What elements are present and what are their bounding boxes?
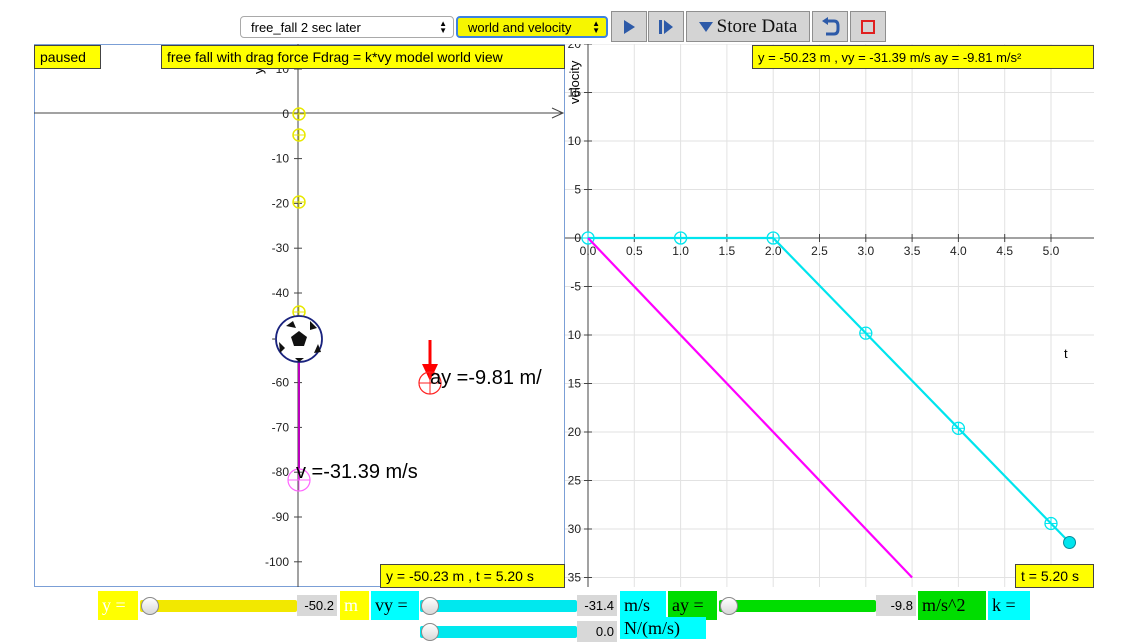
x-tick-label: 3.5 xyxy=(904,244,921,258)
y-tick-label: 20 xyxy=(568,425,582,439)
world-tick-label: -30 xyxy=(272,241,290,255)
vy-slider-thumb[interactable] xyxy=(421,597,439,615)
status-badge: paused xyxy=(34,45,101,69)
x-tick-label: 5.0 xyxy=(1043,244,1060,258)
data-point-marker xyxy=(673,231,688,245)
x-tick-label: 4.0 xyxy=(950,244,967,258)
graph-ylabel: velocity xyxy=(567,60,582,104)
vy-unit: m/s xyxy=(620,591,666,620)
view-select[interactable]: world and velocity ▲ ▼ xyxy=(456,16,608,38)
y-tick-label: 30 xyxy=(568,522,582,536)
y-tick-label: -5 xyxy=(570,280,581,294)
x-tick-label: 1.5 xyxy=(719,244,736,258)
data-point-marker xyxy=(1044,516,1058,531)
graph-readout: y = -50.23 m , vy = -31.39 m/s ay = -9.8… xyxy=(752,45,1094,69)
k-unit: N/(m/s) xyxy=(620,617,706,639)
play-icon xyxy=(624,19,635,34)
store-data-label: Store Data xyxy=(716,15,798,37)
data-point-marker xyxy=(766,231,780,245)
world-view: y 100-10-20-30-40-50-60-70-80-90-100 v =… xyxy=(34,44,565,587)
graph-time-readout: t = 5.20 s xyxy=(1015,564,1094,588)
y-tick-label: 20 xyxy=(568,44,582,51)
world-tick-label: -10 xyxy=(272,152,290,166)
x-tick-label: 4.5 xyxy=(996,244,1013,258)
y-value[interactable]: -50.2 xyxy=(297,595,337,616)
world-tick-label: -100 xyxy=(265,555,289,569)
y-tick-label: 0 xyxy=(574,231,581,245)
accel-label: ay =-9.81 m/ xyxy=(430,367,542,389)
x-tick-label: 1.0 xyxy=(672,244,689,258)
model-select-value: free_fall 2 sec later xyxy=(251,19,361,35)
y-tick-label: 35 xyxy=(568,571,582,585)
x-tick-label: 0.0 xyxy=(580,244,597,258)
soccer-ball-icon[interactable] xyxy=(275,315,323,363)
ay-slider-thumb[interactable] xyxy=(720,597,738,615)
stop-button[interactable] xyxy=(850,11,886,42)
select-arrows-icon: ▲ ▼ xyxy=(592,19,600,35)
y-tick-label: 10 xyxy=(568,328,582,342)
world-tick-label: -70 xyxy=(272,420,290,434)
x-tick-label: 3.0 xyxy=(857,244,874,258)
trail-marker xyxy=(292,195,306,209)
world-tick-label: -20 xyxy=(272,196,290,210)
reset-button[interactable] xyxy=(812,11,848,42)
vy-label: vy = xyxy=(371,591,419,620)
velocity-label: v =-31.39 m/s xyxy=(296,461,418,483)
store-data-button[interactable]: Store Data xyxy=(686,11,810,42)
y-tick-label: 25 xyxy=(568,474,582,488)
x-tick-label: 2.5 xyxy=(811,244,828,258)
y-slider-thumb[interactable] xyxy=(141,597,159,615)
vy-value[interactable]: -31.4 xyxy=(577,595,617,616)
world-title: free fall with drag force Fdrag = k*vy m… xyxy=(161,45,565,69)
ay-unit: m/s^2 xyxy=(918,591,986,620)
play-button[interactable] xyxy=(611,11,647,42)
data-point-marker xyxy=(859,326,873,340)
data-point-marker xyxy=(951,421,966,435)
k-slider-thumb[interactable] xyxy=(421,623,439,641)
ay-slider[interactable] xyxy=(719,600,876,612)
k-label: k = xyxy=(988,591,1030,620)
current-point-marker[interactable] xyxy=(1063,535,1077,549)
trail-marker xyxy=(292,128,306,142)
step-icon xyxy=(659,19,673,34)
view-select-value: world and velocity xyxy=(468,19,572,35)
world-tick-label: -60 xyxy=(272,376,290,390)
trail-marker xyxy=(292,107,306,121)
ay-label: ay = xyxy=(668,591,717,620)
velocity-graph: 0.0 0.5 1.0 1.5 2.0 2.5 3.0 3.5 4.0 4.5 5.0 20 15 10 5… xyxy=(565,44,1094,587)
world-tick-label: -80 xyxy=(272,465,290,479)
reset-icon xyxy=(822,16,840,35)
k-slider[interactable] xyxy=(420,626,577,638)
y-tick-label: 5 xyxy=(574,183,581,197)
select-arrows-icon: ▲ ▼ xyxy=(439,19,447,35)
vy-slider[interactable] xyxy=(420,600,577,612)
stop-icon xyxy=(861,19,875,34)
x-tick-label: 0.5 xyxy=(626,244,643,258)
world-tick-label: -90 xyxy=(272,510,290,524)
y-unit: m xyxy=(340,591,369,620)
x-tick-label: 2.0 xyxy=(765,244,782,258)
triangle-down-icon xyxy=(698,21,713,32)
world-readout: y = -50.23 m , t = 5.20 s xyxy=(380,564,565,588)
world-tick-label: 0 xyxy=(282,107,289,121)
step-button[interactable] xyxy=(648,11,684,42)
model-select[interactable]: free_fall 2 sec later ▲ ▼ xyxy=(240,16,454,38)
y-tick-label: 10 xyxy=(568,134,582,148)
ay-value[interactable]: -9.8 xyxy=(876,595,916,616)
world-tick-label: -40 xyxy=(272,286,290,300)
y-slider[interactable] xyxy=(140,600,297,612)
graph-xlabel: t xyxy=(1064,346,1068,361)
y-tick-label: 15 xyxy=(568,377,582,391)
y-label: y = xyxy=(98,591,138,620)
